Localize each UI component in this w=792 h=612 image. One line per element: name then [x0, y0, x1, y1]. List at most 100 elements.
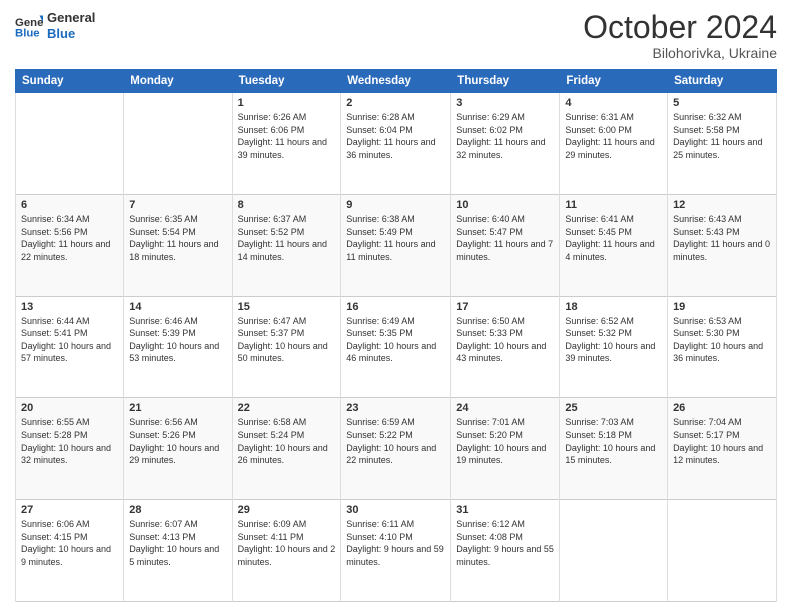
- logo-line1: General: [47, 10, 95, 26]
- day-content: Sunrise: 6:11 AM Sunset: 4:10 PM Dayligh…: [346, 518, 445, 568]
- day-number: 23: [346, 402, 445, 414]
- day-content: Sunrise: 6:50 AM Sunset: 5:33 PM Dayligh…: [456, 315, 554, 365]
- day-number: 14: [129, 301, 226, 313]
- day-content: Sunrise: 6:52 AM Sunset: 5:32 PM Dayligh…: [565, 315, 662, 365]
- svg-text:Blue: Blue: [15, 27, 40, 39]
- day-content: Sunrise: 6:49 AM Sunset: 5:35 PM Dayligh…: [346, 315, 445, 365]
- day-cell: 25Sunrise: 7:03 AM Sunset: 5:18 PM Dayli…: [560, 398, 668, 500]
- day-cell: 22 Sunrise: 6:58 AM Sunset: 5:24 PM Dayli…: [232, 398, 341, 500]
- day-number: 13: [21, 301, 118, 313]
- day-cell: [668, 500, 777, 602]
- header-cell-wednesday: Wednesday: [341, 70, 451, 93]
- day-cell: 16 Sunrise: 6:49 AM Sunset: 5:35 PM Dayli…: [341, 296, 451, 398]
- day-cell: 24 Sunrise: 7:01 AM Sunset: 5:20 PM Dayli…: [451, 398, 560, 500]
- day-cell: 15 Sunrise: 6:47 AM Sunset: 5:37 PM Dayli…: [232, 296, 341, 398]
- day-number: 25: [565, 402, 662, 414]
- day-cell: [124, 93, 232, 195]
- header: General Blue General Blue October 2024 B…: [15, 10, 777, 61]
- logo-icon: General Blue: [15, 12, 43, 40]
- day-content: Sunrise: 6:35 AM Sunset: 5:54 PM Dayligh…: [129, 213, 226, 263]
- day-content: Sunrise: 6:06 AM Sunset: 4:15 PM Dayligh…: [21, 518, 118, 568]
- logo: General Blue General Blue: [15, 10, 95, 41]
- day-number: 16: [346, 301, 445, 313]
- header-row: SundayMondayTuesdayWednesdayThursdayFrid…: [16, 70, 777, 93]
- day-content: Sunrise: 6:53 AM Sunset: 5:30 PM Dayligh…: [673, 315, 771, 365]
- day-cell: 2 Sunrise: 6:28 AM Sunset: 6:04 PM Daylig…: [341, 93, 451, 195]
- day-number: 5: [673, 97, 771, 109]
- day-number: 6: [21, 199, 118, 211]
- day-cell: [560, 500, 668, 602]
- logo-line2: Blue: [47, 26, 95, 42]
- day-cell: 14 Sunrise: 6:46 AM Sunset: 5:39 PM Dayli…: [124, 296, 232, 398]
- day-cell: 28Sunrise: 6:07 AM Sunset: 4:13 PM Dayli…: [124, 500, 232, 602]
- header-cell-friday: Friday: [560, 70, 668, 93]
- day-cell: 12 Sunrise: 6:43 AM Sunset: 5:43 PM Dayli…: [668, 194, 777, 296]
- week-row-3: 13 Sunrise: 6:44 AM Sunset: 5:41 PM Dayli…: [16, 296, 777, 398]
- location: Bilohorivka, Ukraine: [583, 45, 777, 61]
- day-cell: [16, 93, 124, 195]
- day-cell: 7 Sunrise: 6:35 AM Sunset: 5:54 PM Daylig…: [124, 194, 232, 296]
- day-number: 10: [456, 199, 554, 211]
- day-number: 20: [21, 402, 118, 414]
- day-cell: 20 Sunrise: 6:55 AM Sunset: 5:28 PM Dayli…: [16, 398, 124, 500]
- day-number: 28: [129, 504, 226, 516]
- day-content: Sunrise: 6:47 AM Sunset: 5:37 PM Dayligh…: [238, 315, 336, 365]
- day-content: Sunrise: 6:58 AM Sunset: 5:24 PM Dayligh…: [238, 416, 336, 466]
- day-cell: 23Sunrise: 6:59 AM Sunset: 5:22 PM Dayli…: [341, 398, 451, 500]
- day-content: Sunrise: 6:46 AM Sunset: 5:39 PM Dayligh…: [129, 315, 226, 365]
- day-content: Sunrise: 6:26 AM Sunset: 6:06 PM Dayligh…: [238, 111, 336, 161]
- day-content: Sunrise: 6:34 AM Sunset: 5:56 PM Dayligh…: [21, 213, 118, 263]
- day-content: Sunrise: 7:01 AM Sunset: 5:20 PM Dayligh…: [456, 416, 554, 466]
- day-number: 15: [238, 301, 336, 313]
- day-cell: 8 Sunrise: 6:37 AM Sunset: 5:52 PM Daylig…: [232, 194, 341, 296]
- header-cell-thursday: Thursday: [451, 70, 560, 93]
- day-cell: 31Sunrise: 6:12 AM Sunset: 4:08 PM Dayli…: [451, 500, 560, 602]
- day-number: 29: [238, 504, 336, 516]
- day-content: Sunrise: 6:43 AM Sunset: 5:43 PM Dayligh…: [673, 213, 771, 263]
- day-number: 26: [673, 402, 771, 414]
- day-content: Sunrise: 6:40 AM Sunset: 5:47 PM Dayligh…: [456, 213, 554, 263]
- day-cell: 13 Sunrise: 6:44 AM Sunset: 5:41 PM Dayli…: [16, 296, 124, 398]
- day-number: 4: [565, 97, 662, 109]
- day-number: 24: [456, 402, 554, 414]
- header-cell-sunday: Sunday: [16, 70, 124, 93]
- day-content: Sunrise: 6:12 AM Sunset: 4:08 PM Dayligh…: [456, 518, 554, 568]
- day-cell: 18 Sunrise: 6:52 AM Sunset: 5:32 PM Dayli…: [560, 296, 668, 398]
- week-row-1: 1 Sunrise: 6:26 AM Sunset: 6:06 PM Daylig…: [16, 93, 777, 195]
- day-number: 12: [673, 199, 771, 211]
- day-number: 8: [238, 199, 336, 211]
- day-content: Sunrise: 6:41 AM Sunset: 5:45 PM Dayligh…: [565, 213, 662, 263]
- header-cell-saturday: Saturday: [668, 70, 777, 93]
- day-number: 2: [346, 97, 445, 109]
- day-content: Sunrise: 6:29 AM Sunset: 6:02 PM Dayligh…: [456, 111, 554, 161]
- day-number: 18: [565, 301, 662, 313]
- week-row-4: 20 Sunrise: 6:55 AM Sunset: 5:28 PM Dayli…: [16, 398, 777, 500]
- day-cell: 26Sunrise: 7:04 AM Sunset: 5:17 PM Dayli…: [668, 398, 777, 500]
- day-number: 9: [346, 199, 445, 211]
- logo-text: General Blue: [47, 10, 95, 41]
- day-number: 30: [346, 504, 445, 516]
- day-content: Sunrise: 6:37 AM Sunset: 5:52 PM Dayligh…: [238, 213, 336, 263]
- day-number: 27: [21, 504, 118, 516]
- day-cell: 5 Sunrise: 6:32 AM Sunset: 5:58 PM Daylig…: [668, 93, 777, 195]
- day-number: 22: [238, 402, 336, 414]
- day-content: Sunrise: 6:44 AM Sunset: 5:41 PM Dayligh…: [21, 315, 118, 365]
- day-content: Sunrise: 6:56 AM Sunset: 5:26 PM Dayligh…: [129, 416, 226, 466]
- month-title: October 2024: [583, 10, 777, 45]
- day-cell: 10 Sunrise: 6:40 AM Sunset: 5:47 PM Dayli…: [451, 194, 560, 296]
- day-cell: 21 Sunrise: 6:56 AM Sunset: 5:26 PM Dayli…: [124, 398, 232, 500]
- day-number: 21: [129, 402, 226, 414]
- day-cell: 6 Sunrise: 6:34 AM Sunset: 5:56 PM Daylig…: [16, 194, 124, 296]
- day-content: Sunrise: 6:28 AM Sunset: 6:04 PM Dayligh…: [346, 111, 445, 161]
- header-cell-monday: Monday: [124, 70, 232, 93]
- day-number: 19: [673, 301, 771, 313]
- day-number: 1: [238, 97, 336, 109]
- day-number: 7: [129, 199, 226, 211]
- week-row-5: 27 Sunrise: 6:06 AM Sunset: 4:15 PM Dayli…: [16, 500, 777, 602]
- day-cell: 1 Sunrise: 6:26 AM Sunset: 6:06 PM Daylig…: [232, 93, 341, 195]
- day-number: 17: [456, 301, 554, 313]
- day-content: Sunrise: 6:55 AM Sunset: 5:28 PM Dayligh…: [21, 416, 118, 466]
- day-content: Sunrise: 6:32 AM Sunset: 5:58 PM Dayligh…: [673, 111, 771, 161]
- day-cell: 27 Sunrise: 6:06 AM Sunset: 4:15 PM Dayli…: [16, 500, 124, 602]
- day-cell: 3Sunrise: 6:29 AM Sunset: 6:02 PM Daylig…: [451, 93, 560, 195]
